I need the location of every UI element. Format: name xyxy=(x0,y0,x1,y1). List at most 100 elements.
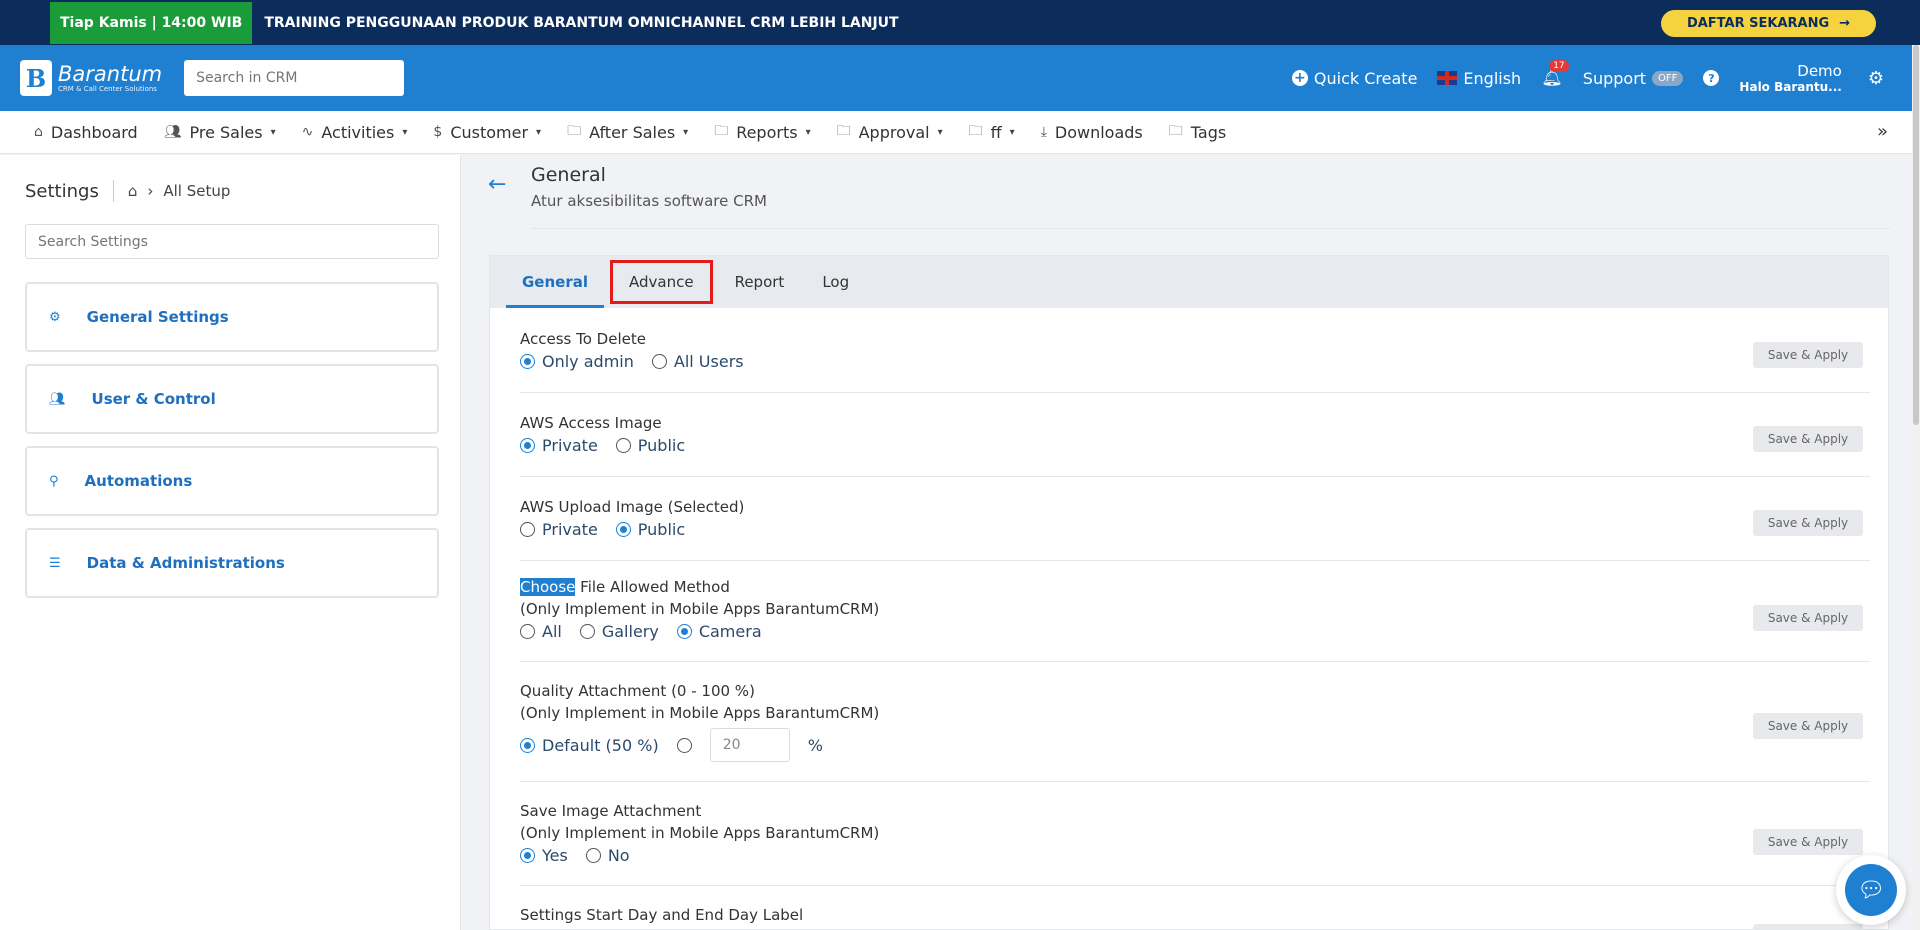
database-icon: ☰ xyxy=(49,555,61,571)
save-apply-button[interactable]: Save & Apply xyxy=(1753,605,1863,631)
radio-checked xyxy=(520,354,535,369)
selected-text: Choose xyxy=(520,578,576,596)
save-apply-button[interactable]: Save & Apply xyxy=(1753,510,1863,536)
sidebar-title: Settings xyxy=(25,180,99,202)
support-status-badge: OFF xyxy=(1652,70,1684,86)
nav-label: Downloads xyxy=(1054,122,1143,142)
nav-item-customer[interactable]: $ Customer ▾ xyxy=(433,123,541,142)
nav-label: Customer xyxy=(450,122,529,142)
double-chevron-right-icon[interactable]: » xyxy=(1877,121,1888,142)
logo[interactable]: B Barantum CRM & Call Center Solutions xyxy=(20,60,162,96)
nav-label: Tags xyxy=(1190,122,1227,142)
folder-icon: 🗀 xyxy=(968,123,983,139)
tab-log[interactable]: Log xyxy=(806,256,865,308)
nav-item-approval[interactable]: 🗀 Approval ▾ xyxy=(837,120,943,144)
radio-camera[interactable]: Camera xyxy=(676,622,762,641)
banner-badge: Tiap Kamis | 14:00 WIB xyxy=(50,1,253,44)
home-icon: ⌂ xyxy=(34,124,43,140)
register-label: DAFTAR SEKARANG xyxy=(1686,16,1830,31)
scrollbar-thumb[interactable] xyxy=(1913,45,1919,425)
settings-sidebar: Settings ⌂ › All Setup ⚙ General Setting… xyxy=(0,155,461,930)
nav-item-pre-sales[interactable]: 👥︎ Pre Sales ▾ xyxy=(164,123,276,142)
gear-icon[interactable]: ⚙ xyxy=(1868,68,1884,89)
sidebar-item-automations[interactable]: ⚲ Automations xyxy=(25,446,439,516)
radio-unchecked xyxy=(520,624,535,639)
nav-label: Activities xyxy=(321,122,395,142)
promo-banner: Tiap Kamis | 14:00 WIB TRAINING PENGGUNA… xyxy=(0,0,1920,45)
quick-create-button[interactable]: + Quick Create xyxy=(1291,68,1418,88)
quality-percent-input[interactable] xyxy=(709,728,790,762)
language-label: English xyxy=(1463,68,1522,88)
setting-quality-attachment: Quality Attachment (0 - 100 %) (Only Imp… xyxy=(520,680,1870,782)
radio-public[interactable]: Public xyxy=(615,520,685,539)
radio-yes[interactable]: Yes xyxy=(520,846,568,865)
radio-private[interactable]: Private xyxy=(520,436,598,455)
download-icon: ⤓ xyxy=(1040,124,1047,140)
save-apply-button[interactable]: Save & Apply xyxy=(1753,426,1863,452)
help-button[interactable]: ? xyxy=(1703,70,1720,86)
quick-create-label: Quick Create xyxy=(1313,68,1418,88)
notification-count-badge: 17 xyxy=(1549,60,1569,72)
breadcrumb: ⌂ › All Setup xyxy=(128,182,231,200)
nav-item-downloads[interactable]: ⤓ Downloads xyxy=(1041,123,1143,142)
label-text: File Allowed Method xyxy=(575,578,730,596)
crm-search-input[interactable] xyxy=(184,60,405,96)
radio-private[interactable]: Private xyxy=(520,520,598,539)
radio-only-admin[interactable]: Only admin xyxy=(520,352,634,371)
sidebar-item-label: User & Control xyxy=(91,390,216,408)
radio-custom[interactable] xyxy=(676,737,692,753)
support-toggle[interactable]: Support OFF xyxy=(1583,69,1684,88)
setting-start-end-day-label: Settings Start Day and End Day Label Sav… xyxy=(520,904,1870,930)
notifications-button[interactable]: 🔔︎ 17 xyxy=(1541,60,1569,88)
arrow-right-icon: → xyxy=(1839,16,1851,31)
language-selector[interactable]: English xyxy=(1437,69,1521,88)
back-arrow-icon[interactable]: ← xyxy=(488,172,506,197)
nav-item-after-sales[interactable]: 🗀 After Sales ▾ xyxy=(567,120,688,144)
page-scrollbar[interactable] xyxy=(1912,45,1920,930)
save-apply-button[interactable]: Save & Apply xyxy=(1753,829,1863,855)
folder-icon: 🗀 xyxy=(1168,123,1183,139)
settings-panel: General Advance Report Log Access To Del… xyxy=(489,255,1889,930)
divider xyxy=(531,228,1890,229)
setting-label: Settings Start Day and End Day Label xyxy=(520,906,804,924)
save-apply-button[interactable]: Save & Apply xyxy=(1753,713,1863,739)
tab-general[interactable]: General xyxy=(506,256,604,308)
breadcrumb-separator: › xyxy=(147,182,154,200)
radio-public[interactable]: Public xyxy=(615,436,685,455)
radio-no[interactable]: No xyxy=(585,846,630,865)
nav-label: After Sales xyxy=(589,122,676,142)
nav-item-dashboard[interactable]: ⌂ Dashboard xyxy=(34,123,138,142)
settings-search-input[interactable] xyxy=(25,224,439,259)
sidebar-item-data-administrations[interactable]: ☰ Data & Administrations xyxy=(25,528,439,598)
chat-button[interactable]: 💬︎ xyxy=(1836,855,1906,925)
tab-advance[interactable]: Advance xyxy=(610,260,713,304)
save-apply-button[interactable]: Save & Apply xyxy=(1753,924,1863,930)
radio-all[interactable]: All xyxy=(520,622,562,641)
radio-checked xyxy=(615,522,631,537)
radio-label: Private xyxy=(542,520,598,539)
main-nav: ⌂ Dashboard 👥︎ Pre Sales ▾ ∿ Activities ▾ $ Cu… xyxy=(0,111,1912,154)
sidebar-item-general-settings[interactable]: ⚙ General Settings xyxy=(25,282,439,352)
nav-item-reports[interactable]: 🗀 Reports ▾ xyxy=(714,120,810,144)
folder-icon: 🗀 xyxy=(836,123,851,139)
radio-default[interactable]: Default (50 %) xyxy=(520,736,659,755)
tab-report[interactable]: Report xyxy=(719,256,801,308)
radio-all-users[interactable]: All Users xyxy=(651,352,744,371)
sidebar-item-label: Data & Administrations xyxy=(86,554,285,572)
sidebar-item-user-control[interactable]: 👥︎ User & Control xyxy=(25,364,439,434)
chevron-down-icon: ▾ xyxy=(937,126,943,138)
uk-flag-icon xyxy=(1437,71,1458,85)
nav-item-activities[interactable]: ∿ Activities ▾ xyxy=(302,123,408,142)
radio-label: All Users xyxy=(673,352,744,371)
radio-gallery[interactable]: Gallery xyxy=(579,622,659,641)
nav-item-ff[interactable]: 🗀 ff ▾ xyxy=(969,120,1015,144)
save-apply-button[interactable]: Save & Apply xyxy=(1753,342,1863,368)
home-icon[interactable]: ⌂ xyxy=(128,182,138,200)
divider xyxy=(112,180,114,202)
setting-label: Quality Attachment (0 - 100 %) xyxy=(520,682,755,700)
user-menu[interactable]: Demo Halo Barantu... xyxy=(1739,62,1841,94)
dollar-icon: $ xyxy=(433,124,443,140)
register-button[interactable]: DAFTAR SEKARANG → xyxy=(1661,10,1876,37)
nav-label: ff xyxy=(990,122,1002,142)
nav-item-tags[interactable]: 🗀 Tags xyxy=(1169,120,1226,144)
